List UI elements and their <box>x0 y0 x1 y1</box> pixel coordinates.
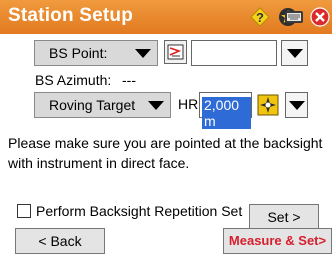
hr-list-button[interactable] <box>285 92 308 118</box>
map-picker-icon <box>167 44 184 60</box>
bs-point-input[interactable] <box>191 40 277 66</box>
hr-value: 2,000 m <box>202 97 251 129</box>
keyboard-icon[interactable] <box>284 7 304 27</box>
hr-input[interactable]: 2,000 m <box>199 92 252 129</box>
target-type-dropdown[interactable]: Roving Target <box>34 92 171 118</box>
chevron-down-icon <box>148 101 164 110</box>
bs-azimuth-label: BS Azimuth: <box>35 72 112 88</box>
svg-text:?: ? <box>256 10 264 25</box>
instruction-message: Please make sure you are pointed at the … <box>8 135 323 171</box>
hr-label: HR <box>178 96 199 112</box>
bs-point-dropdown[interactable]: BS Point: <box>34 40 158 66</box>
title-bar: Station Setup ? <box>0 0 332 34</box>
target-type-value: Roving Target <box>49 97 136 113</box>
chevron-down-icon <box>135 49 151 58</box>
repetition-checkbox[interactable] <box>17 204 31 218</box>
map-picker-button[interactable] <box>164 40 187 64</box>
chevron-down-icon <box>287 49 303 58</box>
page-title: Station Setup <box>8 5 134 26</box>
repetition-checkbox-label[interactable]: Perform Backsight Repetition Set <box>36 203 242 219</box>
target-height-icon[interactable] <box>256 93 280 117</box>
bs-point-list-button[interactable] <box>281 40 308 66</box>
set-button[interactable]: Set > <box>249 204 319 230</box>
bs-azimuth-value: --- <box>122 72 136 88</box>
measure-and-set-button[interactable]: Measure & Set> <box>223 228 332 254</box>
close-icon[interactable] <box>310 7 330 27</box>
help-icon[interactable]: ? <box>250 7 270 27</box>
bs-point-label: BS Point: <box>49 45 108 61</box>
back-button[interactable]: < Back <box>15 228 105 254</box>
chevron-down-icon <box>289 101 305 110</box>
